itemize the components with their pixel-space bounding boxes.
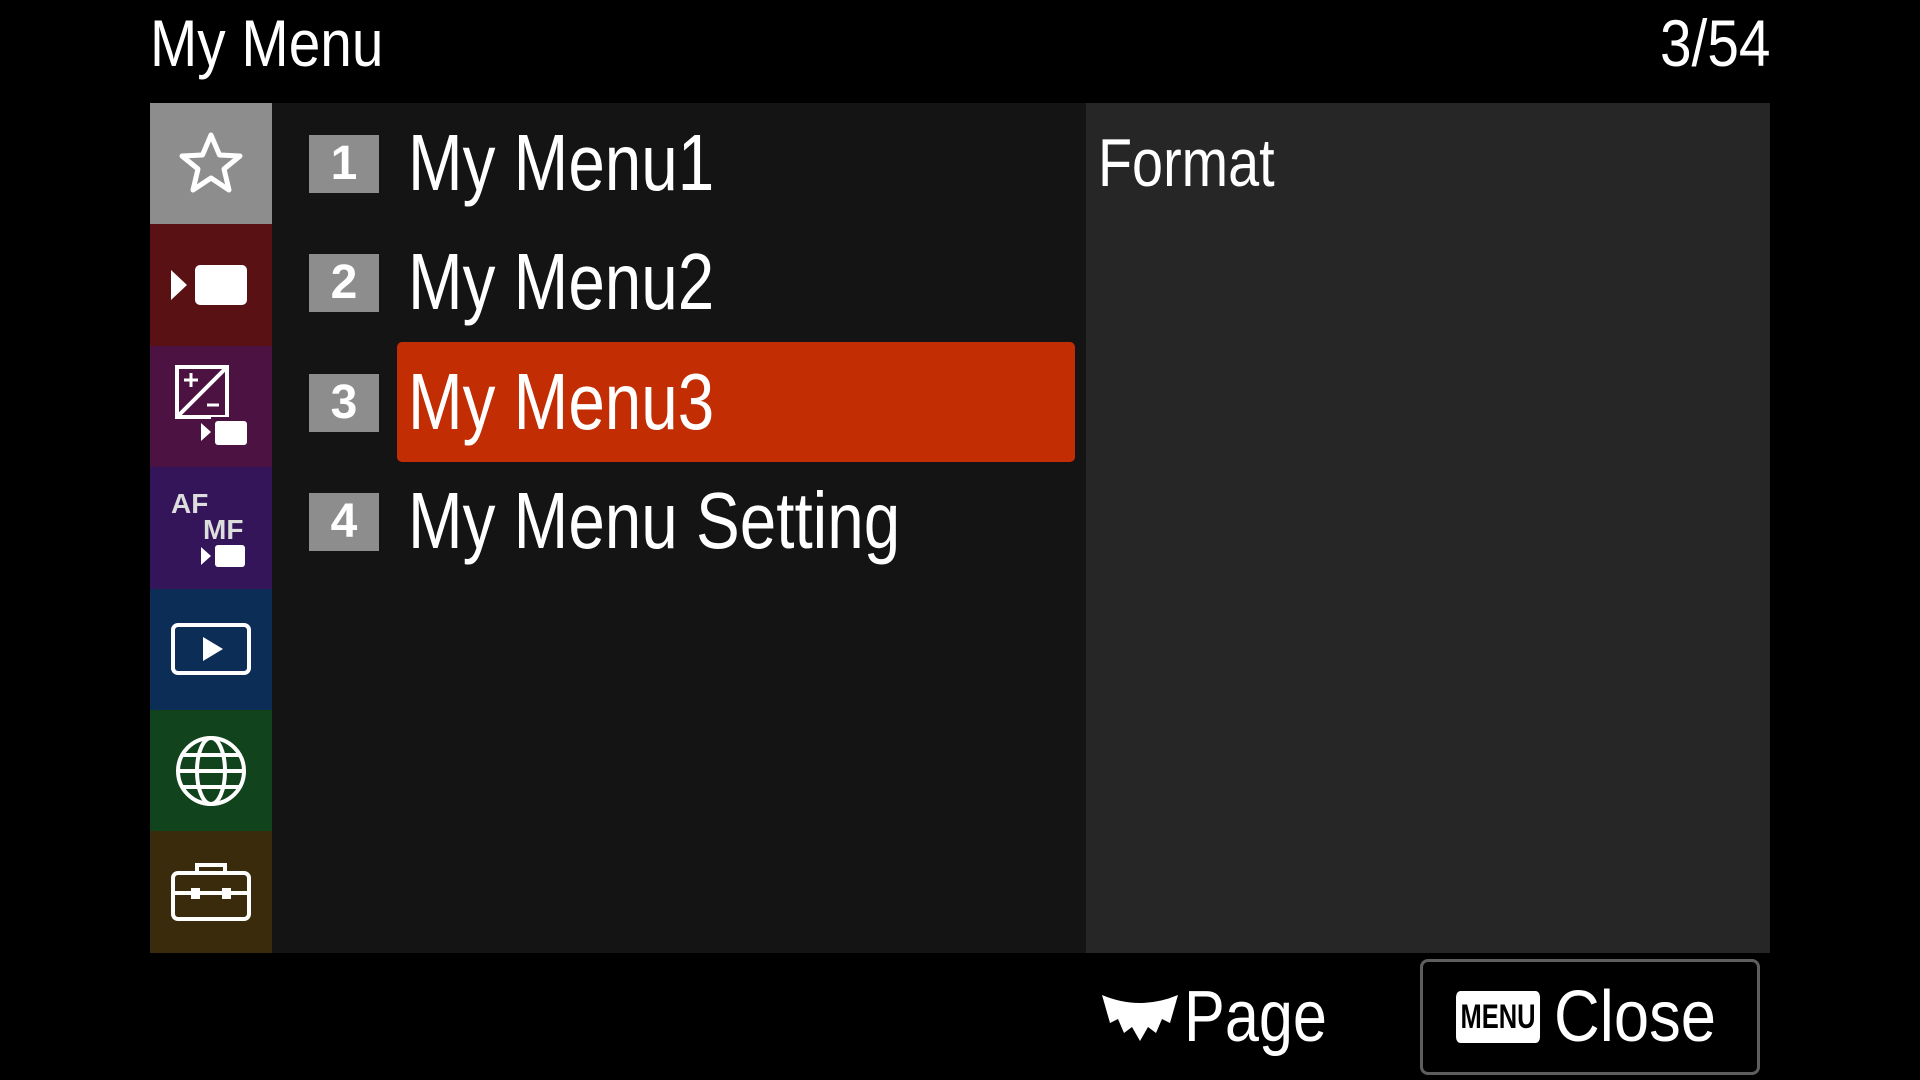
menu-item-my-menu3[interactable]: 3 My Menu3 (272, 342, 1080, 462)
movie-camera-icon (171, 265, 247, 306)
page-counter: 3/54 (1659, 6, 1770, 80)
menu-item-my-menu1[interactable]: 1 My Menu1 (272, 103, 1080, 223)
menu-item-number: 4 (309, 493, 379, 551)
category-tab-strip: AF MF (150, 103, 272, 953)
page-label: Page (1184, 977, 1327, 1057)
tab-focus[interactable]: AF MF (150, 467, 272, 589)
svg-text:MF: MF (203, 514, 243, 545)
menu-item-label: My Menu1 (408, 118, 715, 207)
playback-icon (171, 623, 251, 676)
tab-playback[interactable] (150, 588, 272, 710)
preview-panel: Format (1086, 103, 1770, 953)
toolbox-icon (171, 863, 251, 922)
menu-item-my-menu2[interactable]: 2 My Menu2 (272, 222, 1080, 342)
menu-key-icon: MENU (1455, 991, 1541, 1043)
tab-my-menu[interactable] (150, 103, 272, 225)
af-mf-icon: AF MF (171, 488, 245, 567)
header-title: My Menu (150, 6, 384, 80)
tab-network[interactable] (150, 709, 272, 832)
menu-item-number: 1 (309, 135, 379, 193)
close-label: Close (1554, 977, 1717, 1057)
exposure-icon (175, 365, 249, 448)
menu-item-number: 3 (309, 374, 379, 432)
tab-setup[interactable] (150, 831, 272, 953)
tab-exposure-color[interactable] (150, 345, 272, 468)
star-icon (179, 132, 243, 193)
menu-item-label: My Menu3 (408, 357, 715, 446)
globe-icon (176, 735, 246, 806)
page-hint[interactable]: Page (1100, 972, 1352, 1062)
menu-item-my-menu-setting[interactable]: 4 My Menu Setting (272, 461, 1080, 581)
control-dial-icon (1102, 995, 1178, 1041)
tab-shooting[interactable] (150, 224, 272, 346)
menu-list: 1 My Menu1 2 My Menu2 3 My Menu3 4 My Me… (272, 103, 1080, 953)
close-button[interactable]: MENU Close (1420, 959, 1760, 1075)
menu-item-label: My Menu2 (408, 237, 715, 326)
menu-item-label: My Menu Setting (408, 476, 901, 565)
menu-item-number: 2 (309, 254, 379, 312)
menu-main-area: AF MF 1 My Menu1 2 My Menu2 3 My Menu3 4… (150, 103, 1770, 953)
preview-item-format: Format (1098, 125, 1275, 201)
